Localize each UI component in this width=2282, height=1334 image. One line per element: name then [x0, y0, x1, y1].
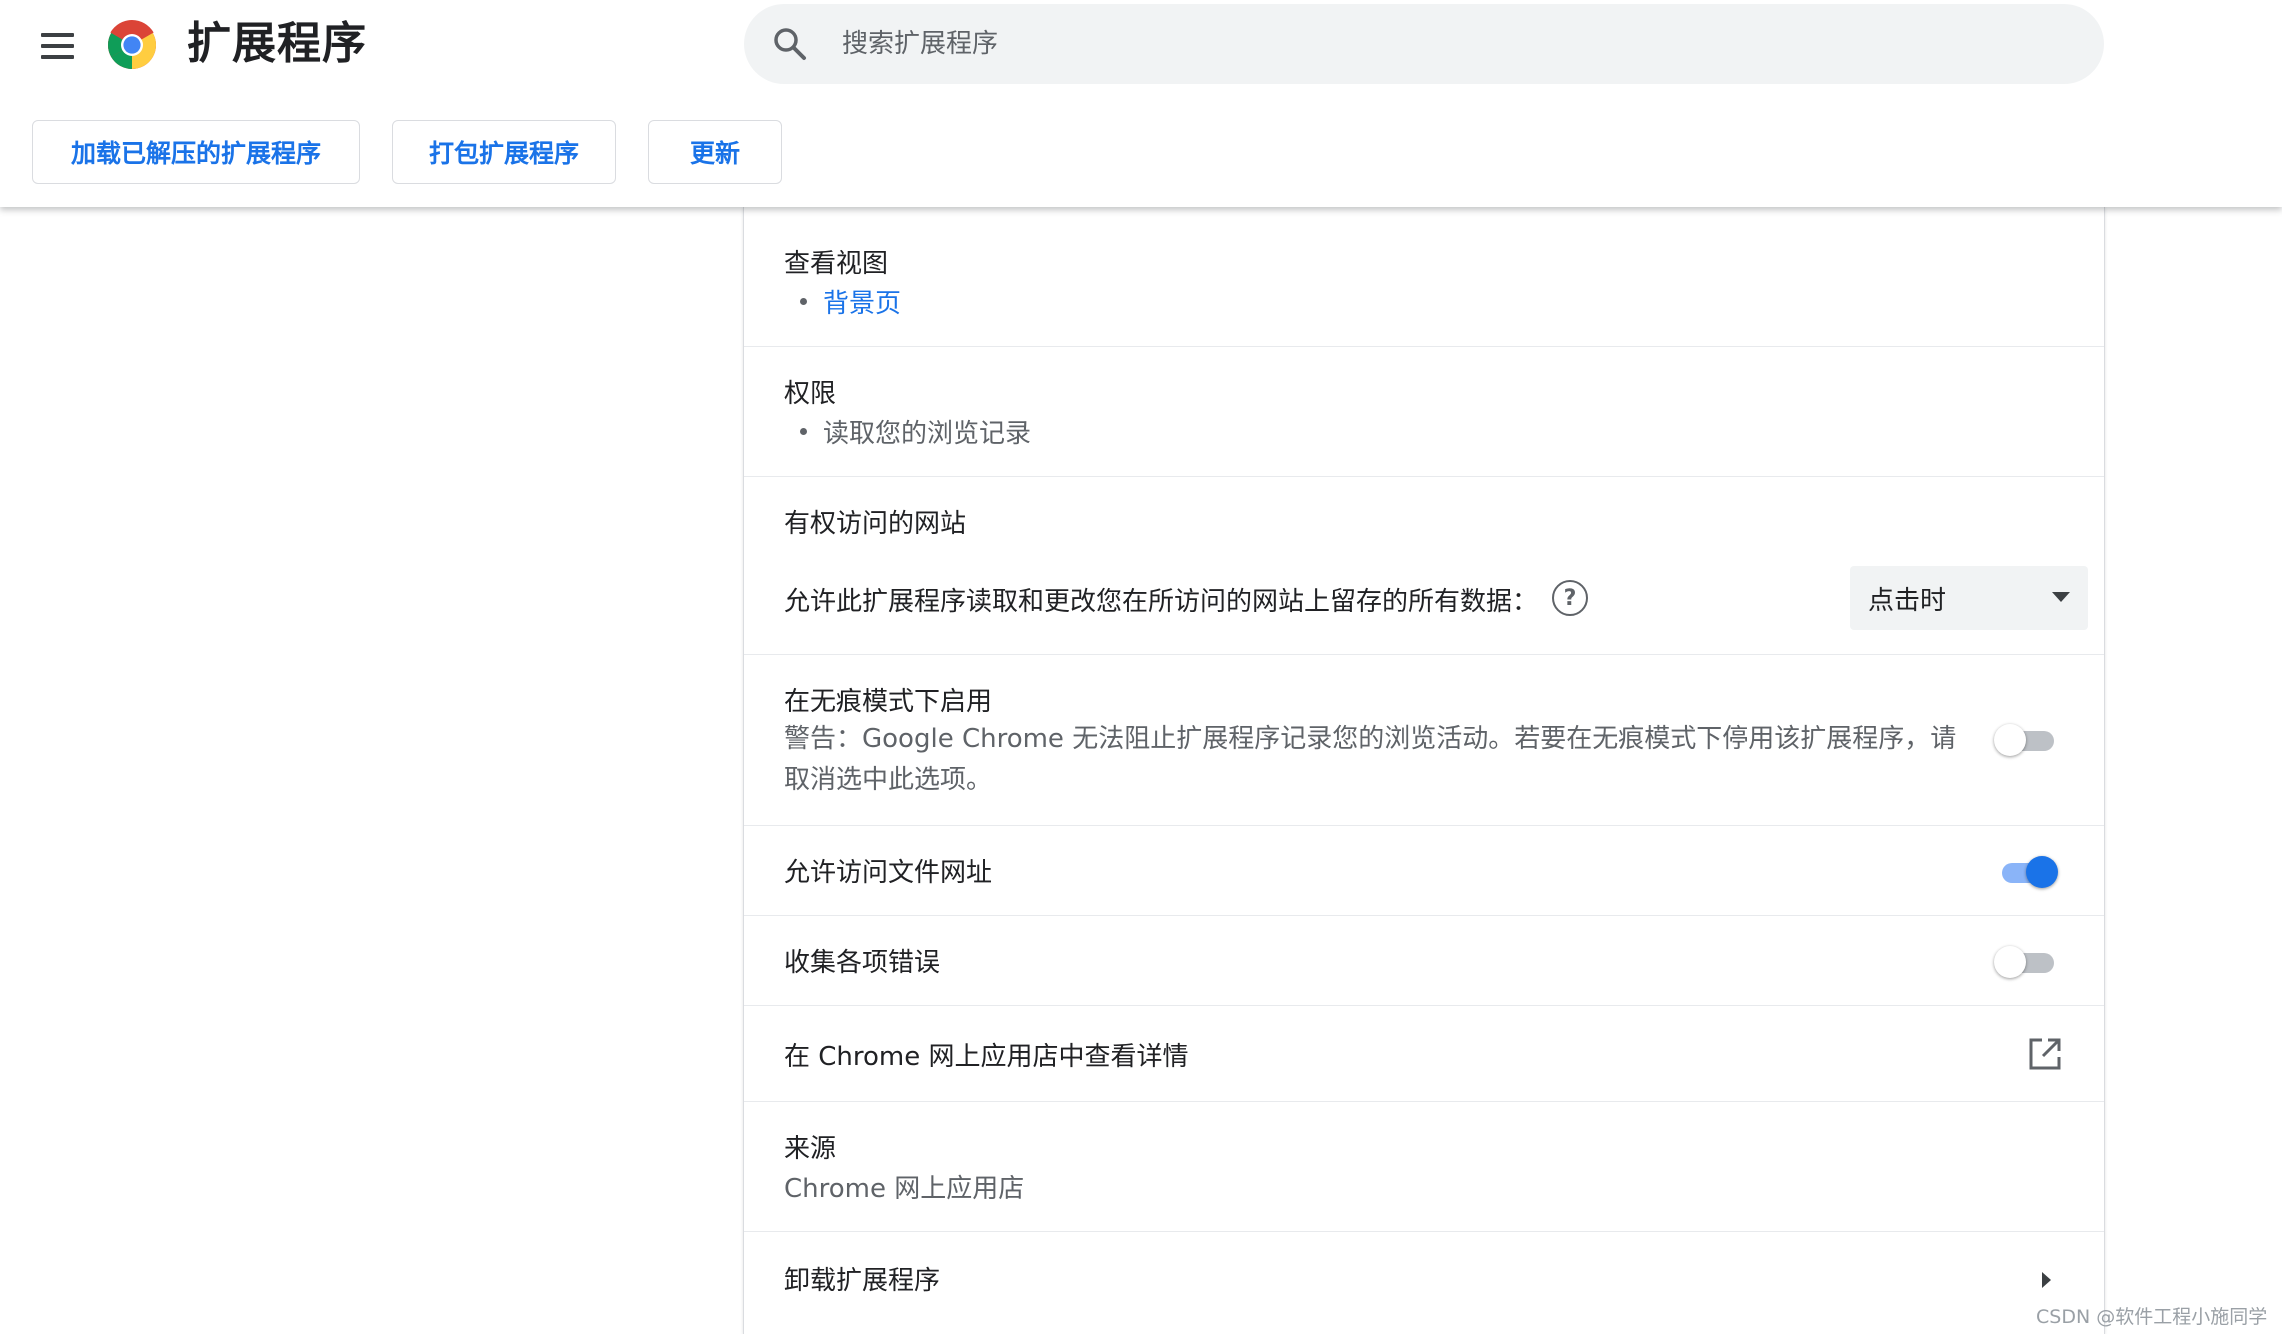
- file-urls-label: 允许访问文件网址: [784, 858, 993, 888]
- views-section: 查看视图 背景页: [744, 207, 2104, 347]
- pack-extension-button[interactable]: 打包扩展程序: [392, 120, 616, 184]
- permissions-label: 权限: [784, 379, 837, 409]
- permissions-section: 权限 读取您的浏览记录: [744, 347, 2104, 477]
- toggle-knob: [1994, 724, 2026, 756]
- site-access-description: 允许此扩展程序读取和更改您在所访问的网站上留存的所有数据：: [784, 587, 1539, 617]
- site-access-label: 有权访问的网站: [784, 509, 967, 539]
- toggle-knob: [1994, 946, 2026, 978]
- search-bar[interactable]: [744, 4, 2104, 84]
- incognito-toggle[interactable]: [1994, 720, 2058, 760]
- search-icon: [774, 28, 806, 60]
- collect-errors-section: 收集各项错误: [744, 916, 2104, 1006]
- incognito-warning: 警告：Google Chrome 无法阻止扩展程序记录您的浏览活动。若要在无痕模…: [784, 724, 1957, 795]
- open-in-new-icon[interactable]: [2028, 1037, 2062, 1071]
- views-label: 查看视图: [784, 249, 889, 279]
- permission-item: 读取您的浏览记录: [823, 419, 1032, 449]
- collect-errors-label: 收集各项错误: [784, 948, 941, 978]
- webstore-label: 在 Chrome 网上应用店中查看详情: [784, 1042, 1189, 1072]
- source-label: 来源: [784, 1134, 837, 1164]
- bullet-icon: [800, 428, 807, 435]
- update-button[interactable]: 更新: [648, 120, 782, 184]
- webstore-row[interactable]: 在 Chrome 网上应用店中查看详情: [744, 1006, 2104, 1102]
- toggle-knob: [2026, 856, 2058, 888]
- list-item: 背景页: [800, 283, 901, 320]
- page-title: 扩展程序: [187, 18, 367, 69]
- toolbar: 扩展程序 加载已解压的扩展程序 打包扩展程序 更新: [0, 0, 2282, 207]
- bullet-icon: [800, 298, 807, 305]
- hamburger-menu-icon[interactable]: [36, 24, 80, 68]
- collect-errors-toggle[interactable]: [1994, 942, 2058, 982]
- dropdown-arrow-icon: [2052, 592, 2070, 602]
- background-page-link[interactable]: 背景页: [823, 283, 901, 320]
- chevron-right-icon: [2042, 1272, 2051, 1288]
- help-circle-icon[interactable]: ?: [1552, 580, 1588, 616]
- file-urls-toggle[interactable]: [1994, 852, 2058, 892]
- uninstall-label: 卸载扩展程序: [784, 1266, 941, 1296]
- search-input[interactable]: [840, 14, 2104, 74]
- source-section: 来源 Chrome 网上应用店: [744, 1102, 2104, 1232]
- list-item: 读取您的浏览记录: [800, 413, 1031, 450]
- extension-detail-card: 查看视图 背景页 权限 读取您的浏览记录 有权访问的网站 允许此扩展程序读取和更…: [743, 207, 2105, 1334]
- site-access-select[interactable]: 点击时: [1850, 566, 2088, 630]
- site-access-selected-value: 点击时: [1868, 585, 1947, 616]
- watermark: CSDN @软件工程小施同学: [2036, 1306, 2268, 1328]
- source-value: Chrome 网上应用店: [784, 1174, 1025, 1204]
- chrome-logo-icon: [108, 20, 156, 69]
- incognito-label: 在无痕模式下启用: [784, 687, 993, 717]
- file-urls-section: 允许访问文件网址: [744, 826, 2104, 916]
- load-unpacked-button[interactable]: 加载已解压的扩展程序: [32, 120, 360, 184]
- uninstall-row[interactable]: 卸载扩展程序: [744, 1232, 2104, 1334]
